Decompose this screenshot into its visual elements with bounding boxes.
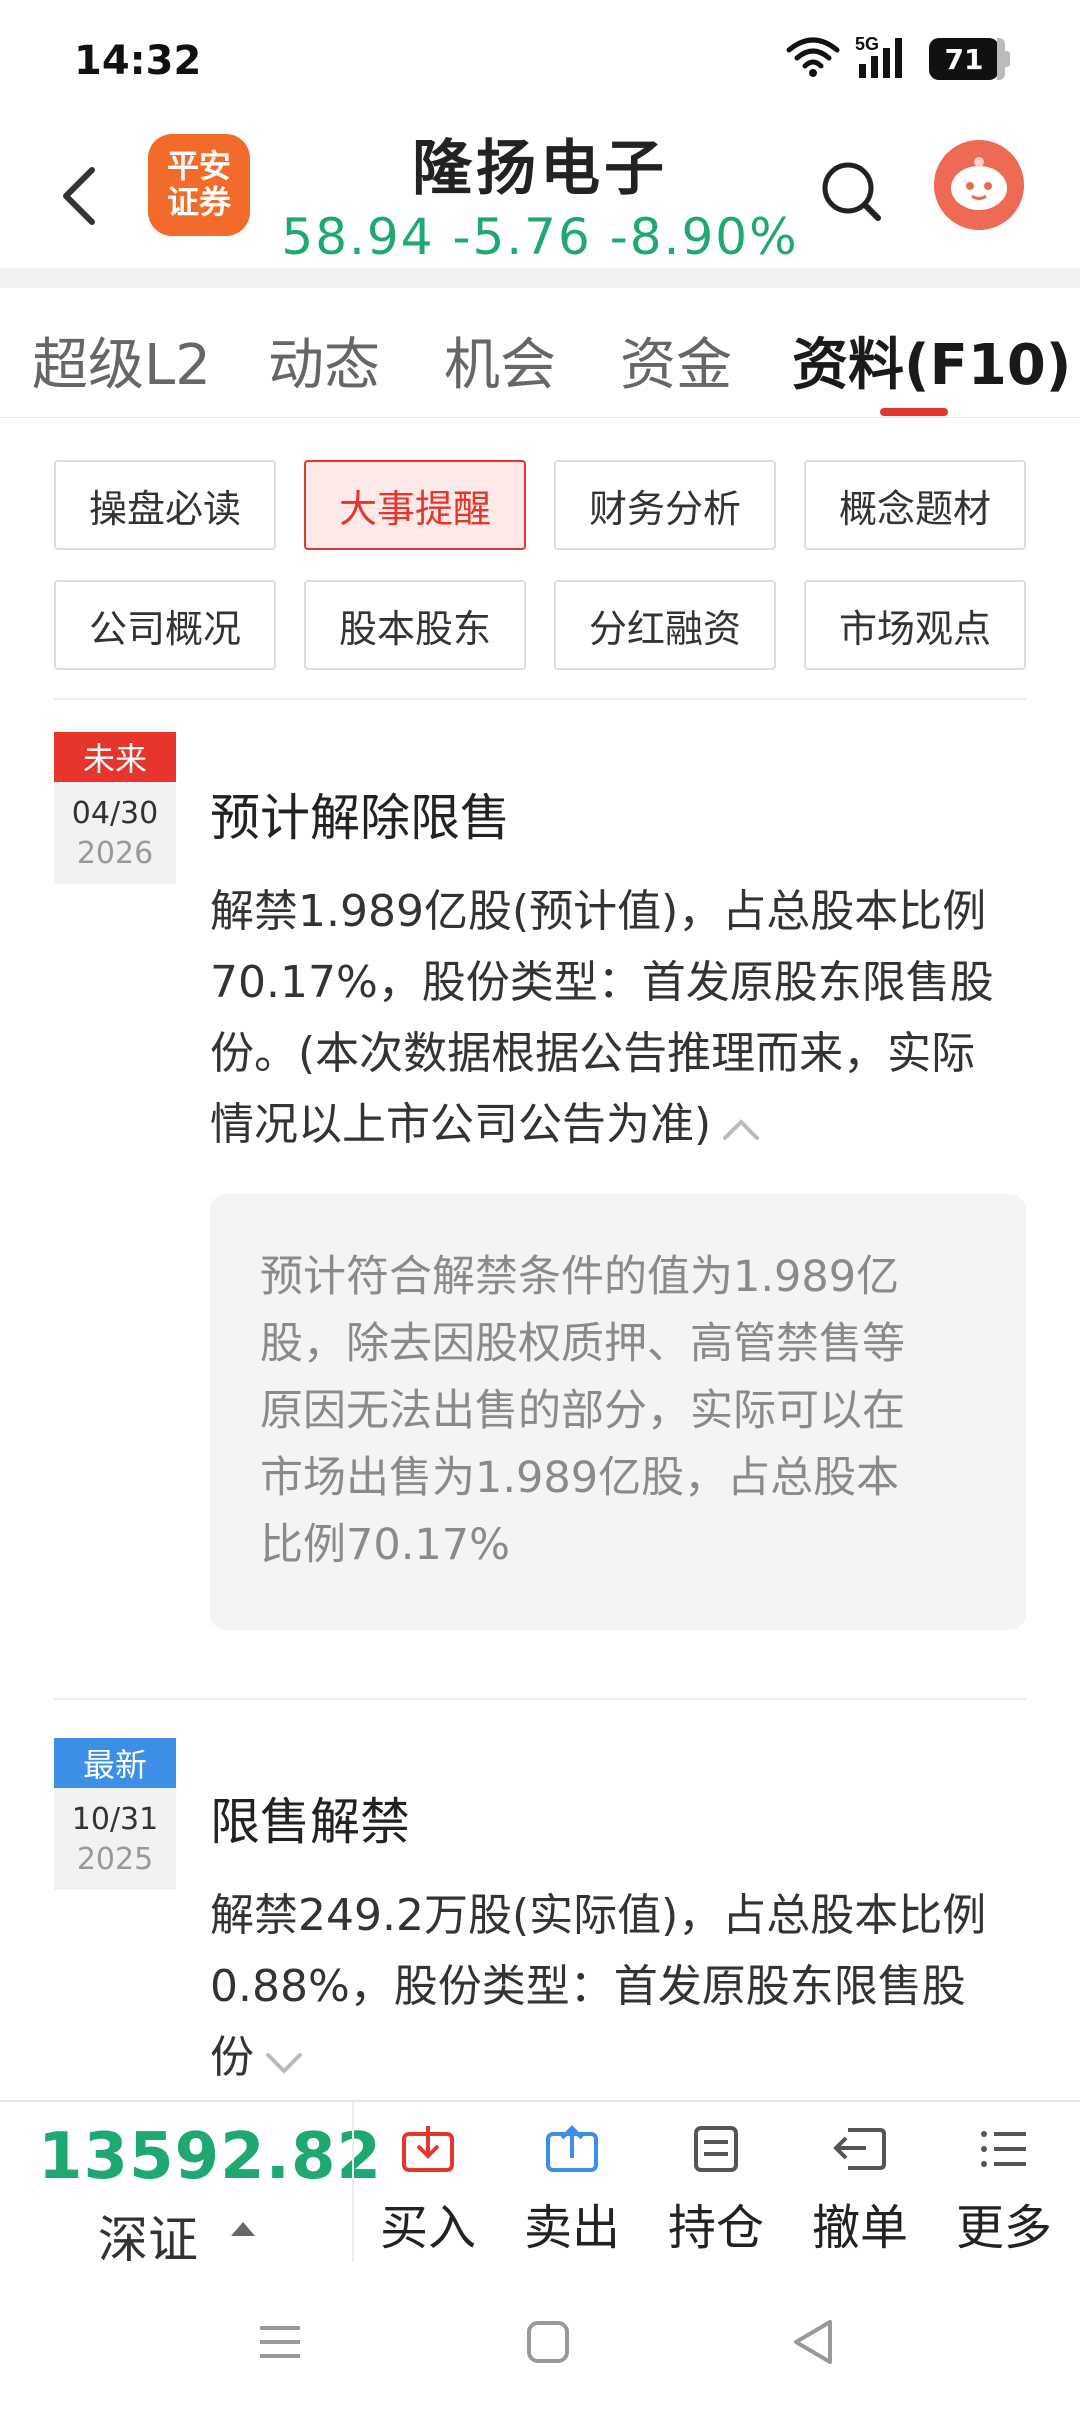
wifi-icon bbox=[785, 36, 841, 82]
menu-icon[interactable] bbox=[258, 2320, 302, 2368]
undo-icon bbox=[833, 2128, 886, 2170]
category-market-views[interactable]: 市场观点 bbox=[804, 580, 1026, 670]
event-note-text: 预计符合解禁条件的值为1.989亿 股，除去因股权质押、高管禁售等 原因无法出售… bbox=[260, 1252, 905, 1570]
event-title: 限售解禁 bbox=[210, 1793, 410, 1851]
trade-bar: 13592.82 深证 买入 卖出 持仓 撤单 更多 bbox=[0, 2100, 1080, 2270]
battery-level: 71 bbox=[929, 38, 999, 80]
event-note-box: 预计符合解禁条件的值为1.989亿 股，除去因股权质押、高管禁售等 原因无法出售… bbox=[210, 1194, 1026, 1630]
event-description: 解禁249.2万股(实际值)，占总股本比例 0.88%，股份类型：首发原股东限售… bbox=[210, 1880, 1030, 2096]
cancel-order-button[interactable]: 撤单 bbox=[800, 2124, 920, 2258]
back-triangle-icon[interactable] bbox=[790, 2318, 836, 2370]
menu-list-icon bbox=[981, 2131, 1026, 2167]
event-date: 04/30 bbox=[71, 796, 159, 831]
document-icon bbox=[694, 2126, 738, 2172]
event-description: 解禁1.989亿股(预计值)，占总股本比例 70.17%，股份类型：首发原股东限… bbox=[210, 876, 1030, 1163]
tab-news[interactable]: 动态 bbox=[268, 320, 380, 401]
buy-download-icon bbox=[402, 2126, 454, 2172]
divider bbox=[54, 698, 1026, 700]
home-icon[interactable] bbox=[526, 2320, 570, 2368]
category-dividends-financing[interactable]: 分红融资 bbox=[554, 580, 776, 670]
collapse-chevron-up-icon[interactable] bbox=[721, 1092, 761, 1163]
tab-opportunity[interactable]: 机会 bbox=[444, 320, 556, 401]
stock-header: 平安 证券 隆扬电子 58.94 -5.76 -8.90% bbox=[0, 120, 1080, 268]
event-tag-latest: 最新 bbox=[54, 1738, 176, 1788]
more-button[interactable]: 更多 bbox=[944, 2124, 1064, 2258]
system-nav-bar bbox=[0, 2270, 1080, 2412]
network-label: 5G bbox=[855, 34, 879, 54]
status-bar: 14:32 5G 71 bbox=[0, 0, 1080, 120]
event-year: 2026 bbox=[76, 836, 154, 871]
tab-profile-f10[interactable]: 资料(F10) bbox=[792, 320, 1071, 401]
battery-icon: 71 bbox=[929, 38, 1010, 80]
event-year: 2025 bbox=[76, 1842, 154, 1877]
section-divider bbox=[0, 268, 1080, 288]
divider bbox=[352, 2102, 354, 2262]
search-button[interactable] bbox=[818, 158, 886, 226]
buy-button[interactable]: 买入 bbox=[368, 2124, 488, 2258]
index-value[interactable]: 13592.82 bbox=[38, 2120, 382, 2194]
status-time: 14:32 bbox=[74, 38, 202, 84]
category-trading-essentials[interactable]: 操盘必读 bbox=[54, 460, 276, 550]
caret-up-icon[interactable] bbox=[228, 2218, 258, 2242]
event-tag-future: 未来 bbox=[54, 732, 176, 782]
tab-funds[interactable]: 资金 bbox=[620, 320, 732, 401]
sell-button[interactable]: 卖出 bbox=[512, 2124, 632, 2258]
index-name[interactable]: 深证 bbox=[98, 2200, 198, 2272]
active-tab-indicator bbox=[880, 408, 948, 416]
positions-button[interactable]: 持仓 bbox=[656, 2124, 776, 2258]
category-financial-analysis[interactable]: 财务分析 bbox=[554, 460, 776, 550]
stock-quote: 58.94 -5.76 -8.90% bbox=[281, 208, 799, 266]
event-date-badge: 最新 10/31 2025 bbox=[54, 1738, 176, 1890]
expand-chevron-down-icon[interactable] bbox=[264, 2025, 304, 2096]
event-title: 预计解除限售 bbox=[210, 789, 510, 847]
tab-super-l2[interactable]: 超级L2 bbox=[32, 320, 211, 401]
divider bbox=[54, 1698, 1026, 1700]
sell-upload-icon bbox=[546, 2125, 598, 2172]
category-concepts[interactable]: 概念题材 bbox=[804, 460, 1026, 550]
category-major-events[interactable]: 大事提醒 bbox=[304, 460, 526, 550]
event-date: 10/31 bbox=[71, 1802, 159, 1837]
stock-name: 隆扬电子 bbox=[412, 134, 668, 204]
status-icons: 5G 71 bbox=[785, 34, 1010, 84]
event-date-badge: 未来 04/30 2026 bbox=[54, 732, 176, 884]
search-icon bbox=[822, 162, 881, 221]
tab-bar: 超级L2 动态 机会 资金 资料(F10) bbox=[0, 290, 1080, 418]
assistant-avatar[interactable] bbox=[934, 140, 1024, 230]
category-shareholders[interactable]: 股本股东 bbox=[304, 580, 526, 670]
robot-face-icon bbox=[934, 140, 1024, 230]
signal-icon: 5G bbox=[855, 34, 915, 84]
category-company-overview[interactable]: 公司概况 bbox=[54, 580, 276, 670]
